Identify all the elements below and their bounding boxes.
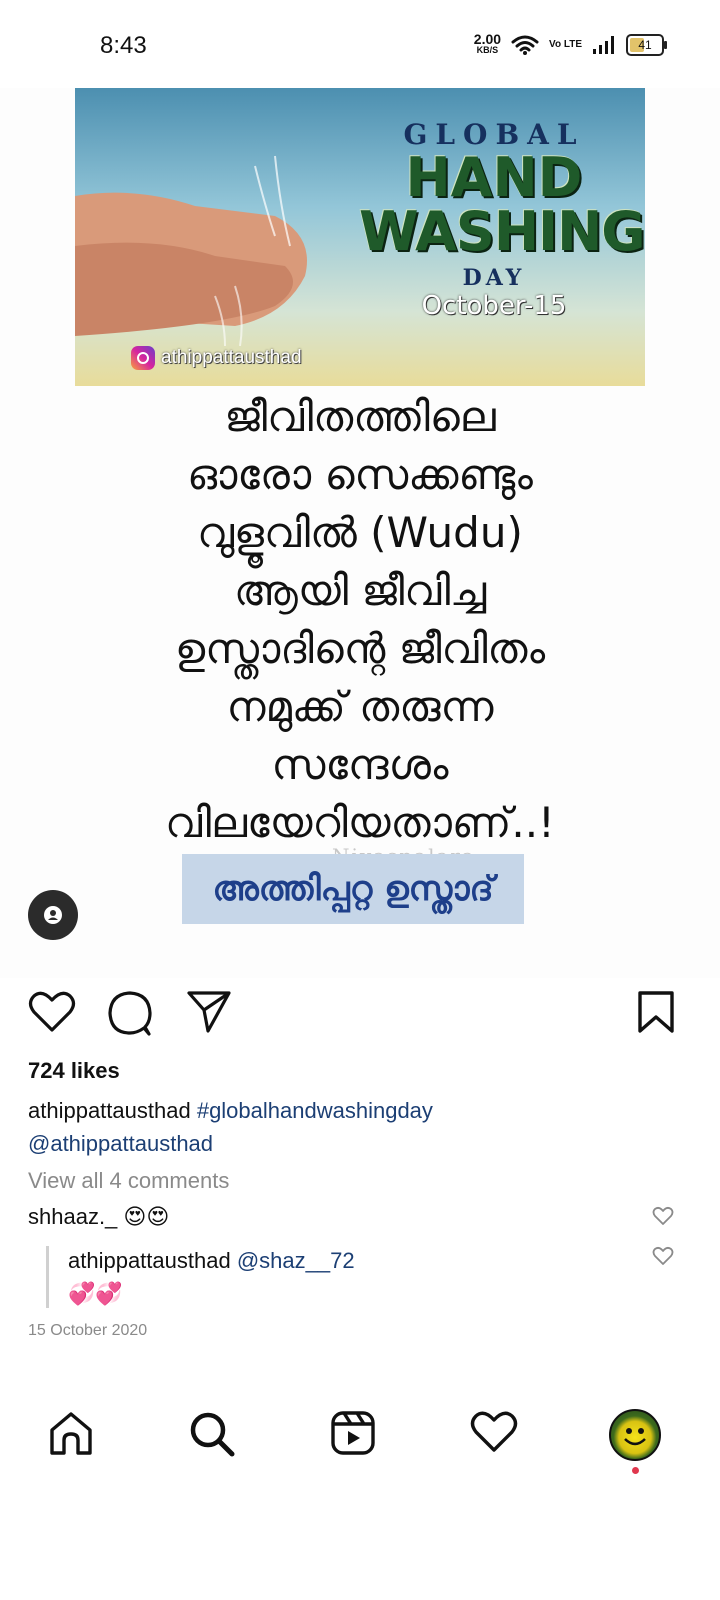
reply-username[interactable]: athippattausthad	[68, 1248, 231, 1273]
volte-indicator: Vo LTE	[549, 39, 582, 50]
status-bar: 8:43 2.00 KB/S Vo LTE 41	[0, 0, 720, 88]
name-box: അത്തിപ്പറ്റ ഉസ്താദ്	[182, 854, 524, 924]
banner-handle: athippattausthad	[131, 346, 302, 370]
post-malayalam-text: ജീവിതത്തിലെ ഓരോ സെക്കണ്ടും വുളൂവിൽ (Wudu…	[0, 388, 720, 852]
banner-title: GLOBAL HAND WASHING DAY October-15	[359, 118, 645, 321]
notification-dot	[632, 1467, 639, 1474]
banner-date: October-15	[421, 291, 567, 321]
text-line: ജീവിതത്തിലെ	[224, 392, 496, 441]
text-line: സന്ദേശം	[271, 740, 449, 789]
activity-heart-icon[interactable]	[470, 1410, 518, 1454]
network-speed-value: 2.00	[473, 31, 502, 47]
hands-illustration	[75, 155, 307, 346]
reels-icon[interactable]	[330, 1410, 376, 1456]
post-caption: athippattausthad #globalhandwashingday @…	[28, 1094, 688, 1160]
home-icon[interactable]	[48, 1410, 94, 1456]
instagram-icon	[131, 346, 155, 370]
heart-icon[interactable]	[28, 990, 76, 1034]
caption-mention[interactable]: @athippattausthad	[28, 1131, 213, 1156]
banner-washing: WASHING	[359, 200, 645, 263]
likes-count[interactable]: 724 likes	[28, 1058, 120, 1084]
battery-icon: 41	[626, 34, 667, 56]
comment-item: shhaaz._ 😍😍	[28, 1204, 169, 1230]
network-speed-unit: KB/S	[476, 45, 499, 55]
view-all-comments-link[interactable]: View all 4 comments	[28, 1168, 229, 1194]
comment-username[interactable]: shhaaz._	[28, 1204, 117, 1229]
post-date: 15 October 2020	[28, 1322, 148, 1339]
status-icons: 2.00 KB/S Vo LTE 41	[473, 31, 667, 56]
comment-like-heart-icon[interactable]	[652, 1206, 674, 1226]
status-time: 8:43	[100, 32, 147, 59]
text-line: നമുക്ക് തരുന്ന	[226, 682, 494, 731]
post-image[interactable]: GLOBAL HAND WASHING DAY October-15 athip…	[0, 88, 720, 978]
post-banner: GLOBAL HAND WASHING DAY October-15 athip…	[75, 88, 645, 386]
comment-icon[interactable]	[106, 990, 154, 1036]
text-line: വുളൂവിൽ (Wudu)	[197, 508, 523, 557]
smiley-avatar-icon	[624, 1428, 646, 1446]
network-speed: 2.00 KB/S	[473, 31, 502, 56]
caption-hashtag[interactable]: #globalhandwashingday	[197, 1098, 433, 1123]
text-line: ഉസ്താദിന്റെ ജീവിതം	[174, 624, 546, 673]
banner-day: DAY	[462, 265, 526, 291]
banner-hand: HAND	[405, 146, 583, 209]
tagged-users-button[interactable]	[28, 890, 78, 940]
person-icon	[44, 906, 62, 924]
text-line: ആയി ജീവിച്ച	[233, 566, 487, 615]
share-icon[interactable]	[186, 990, 232, 1034]
bookmark-icon[interactable]	[636, 990, 676, 1034]
text-line: ഓരോ സെക്കണ്ടും	[187, 450, 533, 499]
reply-text: 💞💞	[68, 1282, 123, 1307]
signal-icon	[593, 36, 614, 54]
comment-text: 😍😍	[123, 1205, 170, 1230]
banner-handle-text: athippattausthad	[161, 347, 302, 368]
post-actions	[0, 990, 720, 1040]
reply-thread-line	[46, 1246, 49, 1308]
search-icon[interactable]	[188, 1410, 236, 1458]
reply-mention[interactable]: @shaz__72	[237, 1248, 355, 1273]
reply-item: athippattausthad @shaz__72 💞💞	[68, 1244, 355, 1311]
reply-like-heart-icon[interactable]	[652, 1246, 674, 1266]
battery-level: 41	[638, 38, 652, 52]
caption-username[interactable]: athippattausthad	[28, 1098, 191, 1123]
profile-avatar[interactable]	[609, 1409, 661, 1461]
wifi-icon	[511, 35, 539, 55]
